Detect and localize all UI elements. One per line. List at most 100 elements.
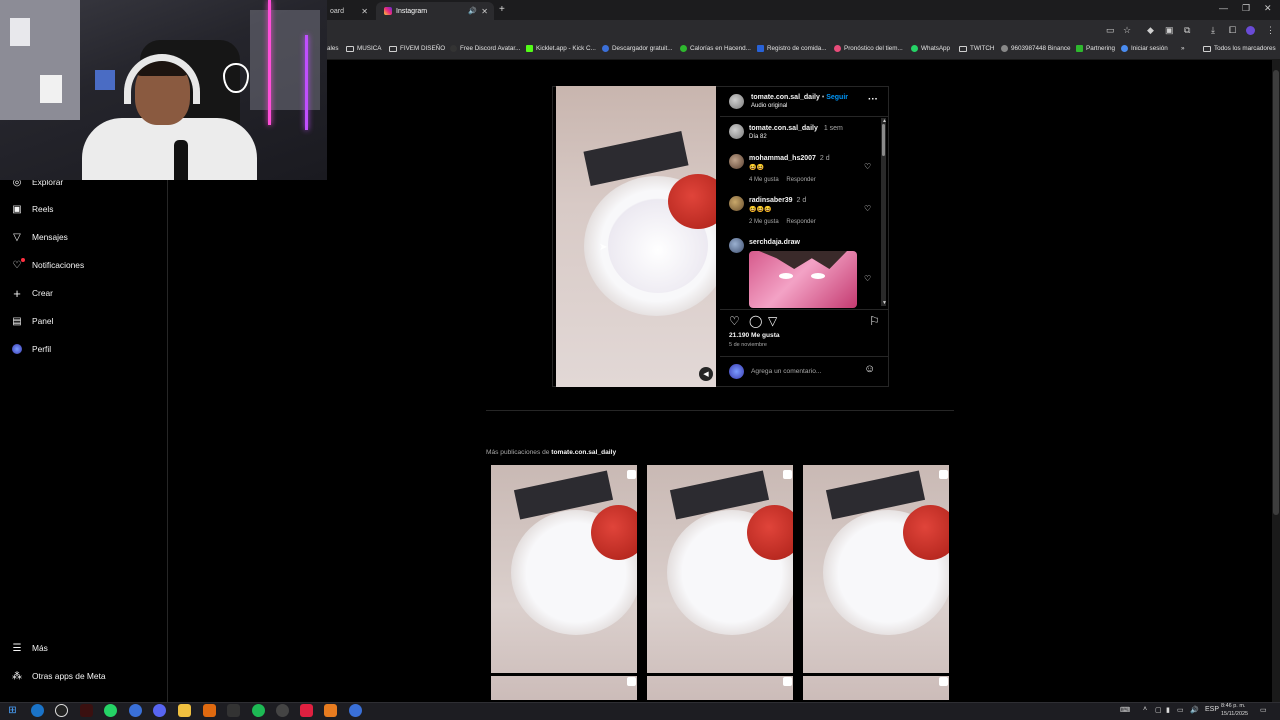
bookmark-item[interactable]: ales [327,45,339,52]
comment-username[interactable]: radinsaber39 [749,197,793,204]
chrome-icon[interactable] [129,704,142,717]
more-options-icon[interactable]: ··· [868,94,878,105]
audio-playing-icon[interactable]: 🔊 [468,7,477,15]
bookmark-item[interactable]: Descargador gratuit... [602,45,673,52]
bookmark-folder-twitch[interactable]: TWITCH [959,45,994,52]
more-posts-username[interactable]: tomate.con.sal_daily [551,449,616,456]
sidebar-item-perfil[interactable]: Perfil [11,343,51,355]
extension-diamond-icon[interactable]: ◆ [1147,25,1154,36]
bookmark-item[interactable]: Pronóstico del tiem... [834,45,903,52]
more-post-thumbnail[interactable] [491,465,637,700]
tray-app-icon[interactable]: ▮ [1166,706,1170,714]
bookmark-item[interactable]: WhatsApp [911,45,950,52]
edge-icon[interactable] [31,704,44,717]
bookmark-folder-musica[interactable]: MUSICA [346,45,382,52]
whatsapp-icon[interactable] [104,704,117,717]
menu-kebab-icon[interactable]: ⋮ [1266,25,1275,36]
sidebar-item-mensajes[interactable]: ▽ Mensajes [11,231,68,243]
bookmarks-overflow-button[interactable]: » [1181,45,1185,52]
heart-icon[interactable]: ♡ [864,162,871,171]
caption-username[interactable]: tomate.con.sal_daily [749,125,818,132]
page-scrollbar-thumb[interactable] [1273,70,1279,515]
download-icon[interactable]: ⤓ [1211,25,1215,36]
comment-username[interactable]: serchdaja.draw [749,239,800,246]
sidebar-item-reels[interactable]: ▣ Reels [11,203,53,215]
heart-icon[interactable]: ♡ [864,204,871,213]
obs-icon[interactable] [276,704,289,717]
settings-icon[interactable] [227,704,240,717]
tab-instagram[interactable]: Instagram 🔊 ✕ [376,2,494,20]
bookmark-item[interactable]: Iniciar sesión [1121,45,1168,52]
maximize-icon[interactable]: ❐ [1242,3,1250,14]
keyboard-icon[interactable]: ⌨ [1120,706,1130,714]
bookmark-item[interactable]: Calorías en Hacend... [680,45,751,52]
close-window-icon[interactable]: ✕ [1264,3,1272,14]
bookmark-item[interactable]: Kicklet.app - Kick C... [526,45,596,52]
bookmark-folder-fivem[interactable]: FIVEM DISEÑO [389,45,445,52]
volume-icon[interactable]: 🔊 [1190,706,1199,714]
clock-time[interactable]: 8:46 p. m. [1221,703,1245,709]
profile-avatar[interactable] [1246,26,1255,35]
sidepanel-icon[interactable]: ⧠ [1229,25,1236,36]
bookmark-item[interactable]: Registro de comida... [757,45,827,52]
avatar[interactable] [729,154,744,169]
windows-start-icon[interactable]: ⊞ [6,704,19,717]
bookmark-folder-all[interactable]: Todos los marcadores [1203,45,1276,52]
bookmark-item[interactable]: Free Discord Avatar... [450,45,520,52]
discord-icon[interactable] [153,704,166,717]
star-icon[interactable]: ☆ [1123,25,1131,36]
bookmark-item[interactable]: Partnering [1076,45,1115,52]
post-video[interactable]: ➤ ◀ [556,86,716,387]
spotify-icon[interactable] [252,704,265,717]
audio-link[interactable]: Audio original [751,103,787,109]
notifications-icon[interactable]: ▭ [1260,706,1267,714]
new-tab-button[interactable]: + [499,4,505,15]
tab-dashboard[interactable]: oard ✕ [322,2,374,20]
comment-likes[interactable]: 2 Me gusta [749,219,779,225]
app-icon[interactable] [300,704,313,717]
author-username[interactable]: tomate.con.sal_daily [751,94,820,101]
sidebar-item-panel[interactable]: ▤ Panel [11,315,53,327]
extension-icon[interactable]: ▣ [1165,25,1174,36]
clock-app-icon[interactable] [55,704,68,717]
sidebar-item-mas[interactable]: ☰ Más [11,642,48,654]
avatar[interactable] [729,196,744,211]
clock-date[interactable]: 15/11/2025 [1221,711,1248,717]
comment-input[interactable]: Agrega un comentario... [751,368,821,375]
sidebar-item-meta-apps[interactable]: ⁂ Otras apps de Meta [11,670,106,682]
close-icon[interactable]: ✕ [361,7,368,16]
heart-icon[interactable]: ♡ [864,274,871,283]
network-icon[interactable]: ▭ [1177,706,1184,714]
avatar[interactable] [729,94,744,109]
app-icon[interactable] [324,704,337,717]
chrome-icon[interactable] [349,704,362,717]
tray-app-icon[interactable]: ▢ [1155,706,1162,714]
puzzle-icon[interactable]: ⧉ [1184,25,1190,36]
comments-scrollbar-thumb[interactable] [882,124,885,156]
more-post-thumbnail[interactable] [803,465,949,700]
comment-username[interactable]: mohammad_hs2007 [749,155,816,162]
mute-icon[interactable]: ◀ [699,367,713,381]
blender-icon[interactable] [203,704,216,717]
follow-button[interactable]: Seguir [826,94,848,101]
app-icon[interactable] [80,704,93,717]
like-heart-icon[interactable]: ♡ [729,314,740,328]
bookmark-save-icon[interactable]: ⚐ [869,314,880,328]
cast-icon[interactable]: ▭ [1106,25,1115,36]
file-explorer-icon[interactable] [178,704,191,717]
likes-count[interactable]: 21.190 Me gusta [729,332,780,339]
more-post-thumbnail[interactable] [647,465,793,700]
avatar[interactable] [729,238,744,253]
close-icon[interactable]: ✕ [481,7,488,16]
share-icon[interactable]: ▽ [768,314,777,328]
minimize-icon[interactable]: — [1219,3,1228,13]
input-language[interactable]: ESP [1205,706,1219,713]
tray-chevron-icon[interactable]: ˄ [1143,706,1147,713]
bookmark-item[interactable]: 9603987448 Binance [1001,45,1071,52]
emoji-icon[interactable]: ☺ [864,363,875,375]
sidebar-item-crear[interactable]: + Crear [11,286,53,301]
comment-likes[interactable]: 4 Me gusta [749,177,779,183]
scroll-up-icon[interactable]: ▲ [882,118,887,124]
reply-button[interactable]: Responder [786,219,815,225]
reply-button[interactable]: Responder [786,177,815,183]
